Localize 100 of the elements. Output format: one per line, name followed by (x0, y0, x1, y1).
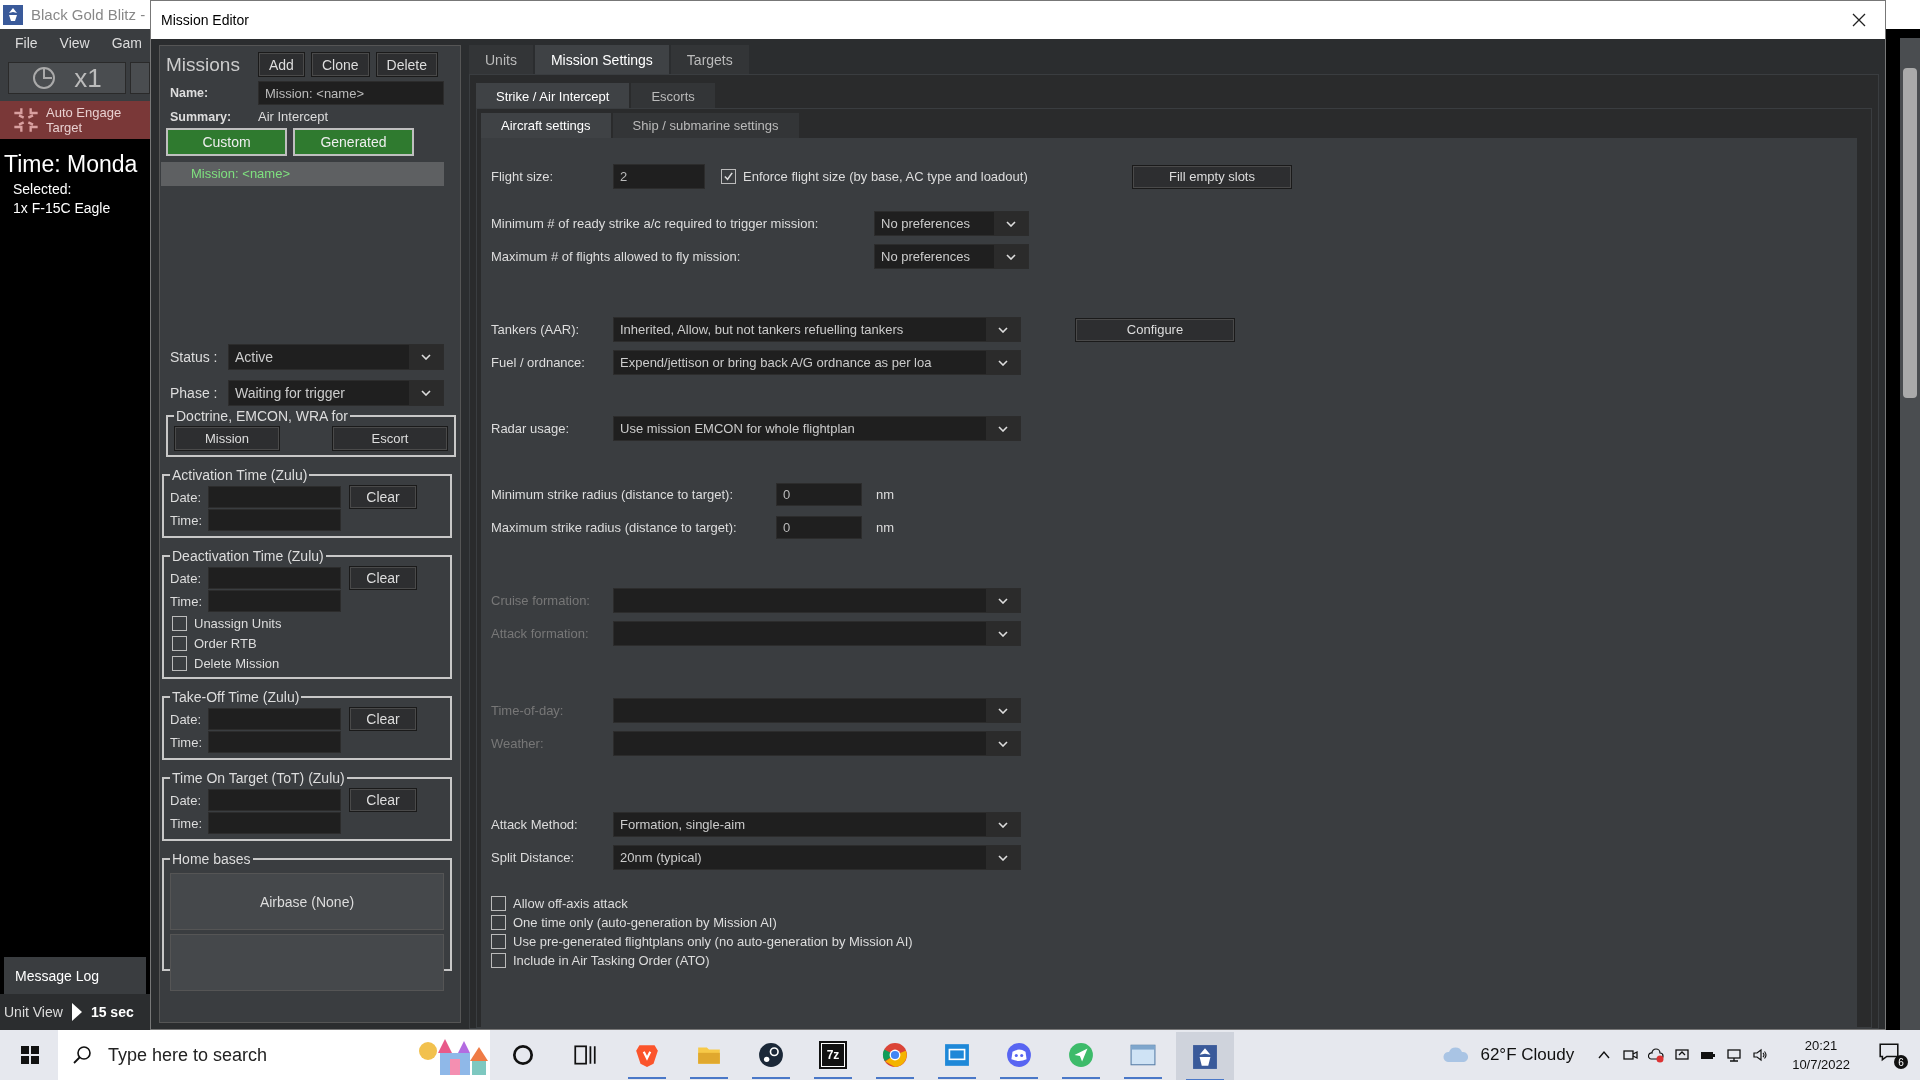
tab[interactable]: Aircraft settings (481, 113, 611, 138)
menu-item[interactable]: View (59, 35, 90, 51)
date-field[interactable] (208, 707, 341, 730)
dropdown[interactable]: Formation, single-aim (613, 812, 1021, 837)
chevron-down-icon (998, 707, 1008, 714)
scrollbar[interactable] (1900, 38, 1920, 1030)
search-box[interactable]: Type here to search (58, 1030, 490, 1080)
time-field[interactable] (208, 812, 341, 834)
checkbox-label: Unassign Units (194, 615, 282, 631)
mission-action-button[interactable]: Delete (375, 52, 438, 77)
filter-toggle[interactable]: Generated (293, 128, 414, 156)
notification-count: 6 (1894, 1055, 1908, 1069)
dropdown[interactable]: No preferences (874, 211, 1029, 236)
tab[interactable]: Ship / submarine settings (612, 113, 799, 138)
chevron-down-icon (998, 854, 1008, 861)
mission-list-item[interactable]: Mission: <name> (161, 162, 444, 186)
taskbar-app[interactable]: 7z (804, 1030, 862, 1080)
time-label: Time: (170, 735, 204, 750)
play-icon[interactable] (70, 1002, 83, 1022)
checkbox[interactable] (172, 655, 187, 671)
mission-action-button[interactable]: Clone (310, 52, 370, 77)
date-field[interactable] (208, 788, 341, 811)
clock-time[interactable]: 20:21 (1804, 1036, 1838, 1055)
clock-date[interactable]: 10/7/2022 (1792, 1055, 1850, 1074)
dropdown[interactable]: Inherited, Allow, but not tankers refuelling tankers (613, 317, 1021, 342)
dropdown[interactable]: Use mission EMCON for whole flightplan (613, 416, 1021, 441)
status-label: Status : (170, 349, 219, 365)
field-label: Minimum strike radius (distance to target): (491, 487, 735, 502)
dropdown[interactable]: Expend/jettison or bring back A/G ordnance as per loa (613, 350, 1021, 375)
checkbox[interactable] (491, 896, 506, 911)
tab[interactable]: Units (469, 45, 533, 74)
notification-icon[interactable] (1878, 1041, 1900, 1063)
flight-size-field[interactable]: 2 (613, 164, 705, 189)
mission-action-button[interactable]: Add (258, 52, 305, 77)
menu-item[interactable]: File (15, 35, 38, 51)
checkbox[interactable] (491, 953, 506, 968)
auto-engage-button[interactable]: Auto Engage Target (0, 99, 150, 139)
checkbox-label: Enforce flight size (by base, AC type and loadout) (743, 169, 1029, 184)
tab[interactable]: Targets (670, 45, 749, 74)
clear-button[interactable]: Clear (349, 788, 417, 812)
doctrine-button[interactable]: Mission (174, 426, 280, 451)
configure-button[interactable]: Configure (1075, 317, 1235, 342)
field-label: Cruise formation: (491, 593, 591, 608)
base-button[interactable]: Airbase (None) (170, 873, 444, 930)
field-label: Weather: (491, 736, 545, 751)
phase-label: Phase : (170, 385, 219, 401)
window-title: Mission Editor (161, 12, 249, 28)
clear-button[interactable]: Clear (349, 485, 417, 509)
status-dropdown[interactable]: Active (228, 344, 444, 370)
doctrine-button[interactable]: Escort (332, 426, 448, 451)
dropdown[interactable]: 20nm (typical) (613, 845, 1021, 870)
network-share-icon[interactable] (1674, 1047, 1691, 1063)
group-legend: Deactivation Time (Zulu) (170, 548, 326, 564)
radius-field[interactable]: 0 (776, 483, 862, 506)
checkbox[interactable] (721, 169, 736, 184)
field-label: Flight size: (491, 169, 555, 184)
speed-button[interactable]: x1 (8, 62, 127, 94)
field-label: Maximum # of flights allowed to fly mission: (491, 249, 742, 264)
checkbox[interactable] (172, 615, 187, 631)
time-field[interactable] (208, 590, 341, 612)
menu-item[interactable]: Gam (111, 35, 142, 51)
search-field[interactable]: Type here to search (106, 1043, 390, 1067)
message-log-tab[interactable]: Message Log (4, 957, 146, 994)
tab[interactable]: Escorts (631, 83, 715, 109)
radius-field[interactable]: 0 (776, 516, 862, 539)
dropdown[interactable]: No preferences (874, 244, 1029, 269)
clear-button[interactable]: Clear (349, 566, 417, 590)
time-field[interactable] (208, 731, 341, 753)
name-label: Name: (170, 86, 210, 100)
chevron-down-icon (998, 425, 1008, 432)
unit-label: nm (876, 487, 895, 502)
windows-start-icon[interactable] (20, 1045, 40, 1065)
close-icon[interactable] (1851, 12, 1867, 28)
clear-button[interactable]: Clear (349, 707, 417, 731)
tab[interactable]: Strike / Air Intercept (476, 83, 630, 109)
fill-slots-button[interactable]: Fill empty slots (1132, 164, 1292, 189)
selected-label: Selected: (13, 181, 73, 197)
task-view-icon (572, 1042, 598, 1068)
speaker-icon[interactable] (1752, 1047, 1769, 1063)
date-field[interactable] (208, 566, 341, 589)
field-label: Maximum strike radius (distance to target): (491, 520, 738, 535)
unit-label: nm (876, 520, 895, 535)
tab[interactable]: Mission Settings (534, 45, 669, 74)
field-label: Fuel / ordnance: (491, 355, 586, 370)
checkbox-label: Order RTB (194, 635, 257, 651)
date-field[interactable] (208, 485, 341, 508)
network-icon[interactable] (1726, 1047, 1743, 1063)
chevron-down-icon (998, 740, 1008, 747)
checkbox[interactable] (491, 934, 506, 949)
cloud-error-icon[interactable] (1648, 1047, 1665, 1063)
phase-dropdown[interactable]: Waiting for trigger (228, 380, 444, 406)
time-field[interactable] (208, 509, 341, 531)
discord-icon (1006, 1042, 1032, 1068)
checkbox-label: One time only (auto-generation by Mission AI) (513, 915, 777, 930)
taskbar-app[interactable] (1176, 1031, 1234, 1080)
checkbox[interactable] (172, 635, 187, 651)
name-field[interactable]: Mission: <name> (258, 81, 444, 105)
filter-toggle[interactable]: Custom (166, 128, 287, 156)
camera-icon[interactable] (1622, 1047, 1639, 1063)
checkbox[interactable] (491, 915, 506, 930)
